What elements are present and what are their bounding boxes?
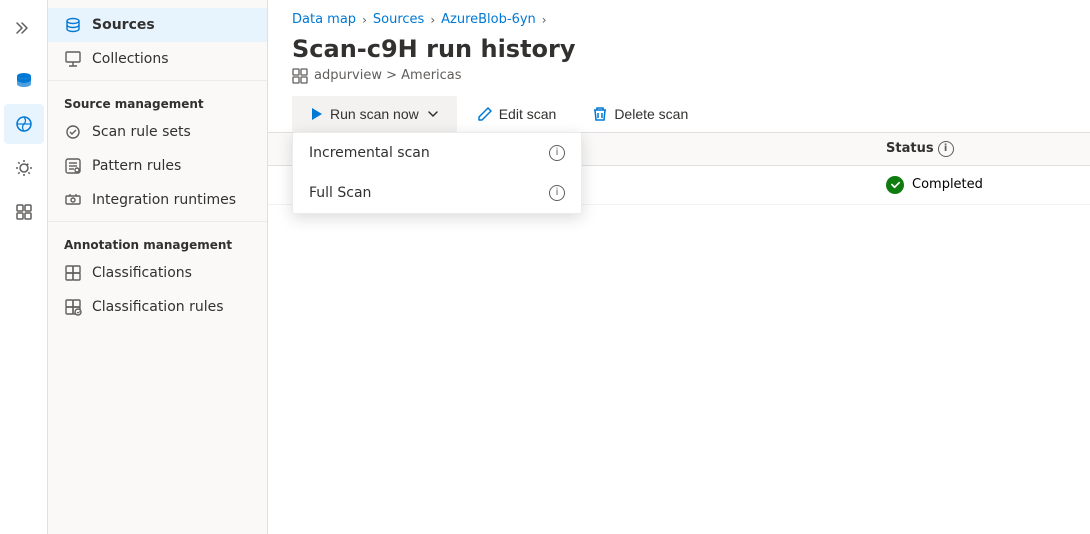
edit-icon — [477, 106, 493, 122]
sidebar-item-classifications[interactable]: Classifications — [48, 256, 267, 290]
sidebar-item-scan-rule-sets[interactable]: Scan rule sets — [48, 115, 267, 149]
sidebar-item-scan-rule-sets-label: Scan rule sets — [92, 124, 191, 140]
icon-rail — [0, 0, 48, 534]
breadcrumb-sources[interactable]: Sources — [373, 12, 424, 27]
status-info-icon[interactable]: i — [938, 141, 954, 157]
col-header-status: Status i — [886, 141, 1066, 157]
incremental-scan-label: Incremental scan — [309, 145, 430, 161]
completed-status-icon — [886, 176, 904, 194]
annotation-management-label: Annotation management — [48, 226, 267, 256]
sidebar-item-pattern-rules-label: Pattern rules — [92, 158, 181, 174]
run-scan-now-label: Run scan now — [330, 106, 419, 122]
edit-scan-button[interactable]: Edit scan — [461, 96, 573, 132]
run-scan-dropdown-container: Run scan now Incremental scan i Full Sca… — [292, 96, 461, 132]
sidebar-item-integration-runtimes[interactable]: Integration runtimes — [48, 183, 267, 217]
sidebar: Sources Collections Source management Sc… — [48, 0, 268, 534]
breadcrumb-sep-2: › — [430, 13, 435, 27]
sidebar-divider-1 — [48, 80, 267, 81]
chevron-down-icon — [425, 106, 441, 122]
sidebar-item-classification-rules-label: Classification rules — [92, 299, 224, 315]
status-text: Completed — [912, 177, 983, 192]
delete-scan-label: Delete scan — [614, 106, 688, 122]
collection-icon — [292, 68, 308, 84]
breadcrumb-data-map[interactable]: Data map — [292, 12, 356, 27]
page-header: Scan-c9H run history adpurview > America… — [268, 35, 1090, 96]
breadcrumb-sep-3: › — [542, 13, 547, 27]
delete-scan-button[interactable]: Delete scan — [576, 96, 704, 132]
breadcrumb-sep-1: › — [362, 13, 367, 27]
breadcrumb: Data map › Sources › AzureBlob-6yn › — [268, 0, 1090, 35]
sidebar-item-sources-label: Sources — [92, 17, 155, 33]
full-scan-label: Full Scan — [309, 185, 371, 201]
incremental-scan-info-icon[interactable]: i — [549, 145, 565, 161]
run-scan-now-button[interactable]: Run scan now — [292, 96, 457, 132]
sidebar-item-classifications-label: Classifications — [92, 265, 192, 281]
sidebar-item-sources[interactable]: Sources — [48, 8, 267, 42]
expand-collapse-icon[interactable] — [4, 8, 44, 48]
dropdown-item-incremental-scan[interactable]: Incremental scan i — [293, 133, 581, 173]
delete-icon — [592, 106, 608, 122]
page-subtitle: adpurview > Americas — [292, 68, 1066, 84]
sidebar-item-integration-runtimes-label: Integration runtimes — [92, 192, 236, 208]
breadcrumb-azureblob[interactable]: AzureBlob-6yn — [441, 12, 536, 27]
sidebar-item-collections-label: Collections — [92, 51, 169, 67]
data-catalog-icon[interactable] — [4, 60, 44, 100]
sidebar-item-classification-rules[interactable]: Classification rules — [48, 290, 267, 324]
main-content: Data map › Sources › AzureBlob-6yn › Sca… — [268, 0, 1090, 534]
data-map-icon[interactable] — [4, 104, 44, 144]
run-scan-dropdown-menu: Incremental scan i Full Scan i — [292, 132, 582, 214]
status-cell: Completed — [886, 176, 1066, 194]
sidebar-item-collections[interactable]: Collections — [48, 42, 267, 76]
page-title: Scan-c9H run history — [292, 35, 1066, 64]
sidebar-divider-2 — [48, 221, 267, 222]
toolbar: Run scan now Incremental scan i Full Sca… — [268, 96, 1090, 133]
play-icon — [308, 106, 324, 122]
checkmark-icon — [890, 179, 901, 190]
management-icon[interactable] — [4, 192, 44, 232]
source-management-label: Source management — [48, 85, 267, 115]
edit-scan-label: Edit scan — [499, 106, 557, 122]
sidebar-item-pattern-rules[interactable]: Pattern rules — [48, 149, 267, 183]
page-subtitle-text: adpurview > Americas — [314, 68, 462, 83]
dropdown-item-full-scan[interactable]: Full Scan i — [293, 173, 581, 213]
insights-icon[interactable] — [4, 148, 44, 188]
full-scan-info-icon[interactable]: i — [549, 185, 565, 201]
